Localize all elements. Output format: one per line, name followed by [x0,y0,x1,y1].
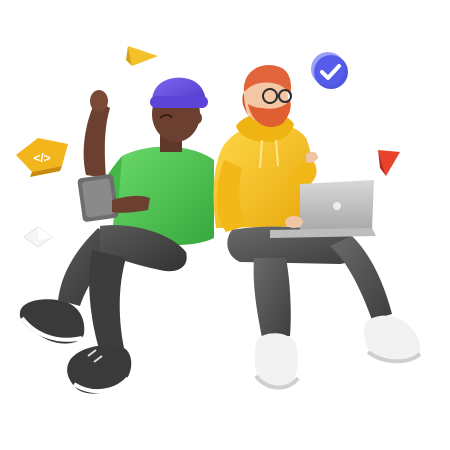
tablet-device [77,174,119,222]
yellow-triangle-icon [126,46,158,66]
developers-illustration: </> [16,46,422,394]
code-badge-glyph: </> [33,151,50,165]
white-diamond-icon [23,226,53,248]
check-icon [311,52,348,89]
right-person [213,65,422,390]
sneaker-right [363,315,422,364]
code-icon: </> [16,138,68,177]
illustration-scene: </> [0,0,450,450]
sneaker-left [254,333,300,390]
red-triangle-icon [378,150,400,176]
